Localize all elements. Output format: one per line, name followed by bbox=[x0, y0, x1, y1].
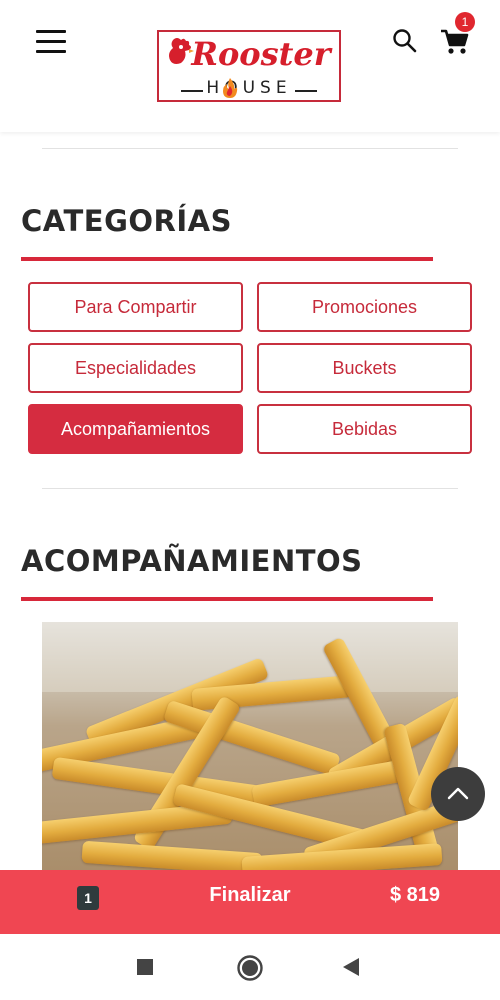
categories-title: CATEGORÍAS bbox=[21, 204, 232, 238]
cart-count-badge: 1 bbox=[455, 12, 475, 32]
hamburger-menu-icon[interactable] bbox=[36, 30, 66, 54]
category-bebidas[interactable]: Bebidas bbox=[257, 404, 472, 454]
app-header: Rooster HOUSE 1 bbox=[0, 0, 500, 132]
shopping-cart-icon[interactable] bbox=[440, 28, 470, 56]
order-total: $ 819 bbox=[389, 884, 440, 906]
square-recents-icon[interactable] bbox=[136, 958, 154, 976]
category-para-compartir[interactable]: Para Compartir bbox=[28, 282, 243, 332]
triangle-back-icon[interactable] bbox=[342, 957, 360, 977]
logo-wordmark: Rooster bbox=[191, 35, 331, 73]
divider bbox=[42, 488, 458, 489]
category-buckets[interactable]: Buckets bbox=[257, 343, 472, 393]
categories-underline bbox=[21, 257, 433, 261]
scroll-to-top-button[interactable] bbox=[431, 767, 485, 821]
finalize-button-label[interactable]: Finalizar bbox=[180, 884, 320, 907]
rooster-house-logo[interactable]: Rooster HOUSE bbox=[157, 30, 341, 102]
order-count-badge: 1 bbox=[77, 886, 99, 910]
logo-subtitle: HOUSE bbox=[206, 78, 292, 98]
system-navigation-bar bbox=[0, 934, 500, 1000]
circle-home-icon[interactable] bbox=[236, 954, 264, 982]
chevron-up-icon bbox=[447, 787, 469, 800]
category-promociones[interactable]: Promociones bbox=[257, 282, 472, 332]
section-underline bbox=[21, 597, 433, 601]
checkout-bar[interactable]: 1 Finalizar $ 819 bbox=[0, 870, 500, 934]
category-especialidades[interactable]: Especialidades bbox=[28, 343, 243, 393]
flame-icon bbox=[223, 78, 238, 98]
divider bbox=[42, 148, 458, 149]
search-icon[interactable] bbox=[392, 28, 418, 54]
french-fries-photo[interactable] bbox=[42, 622, 458, 882]
category-acompanamientos[interactable]: Acompañamientos bbox=[28, 404, 243, 454]
section-title: ACOMPAÑAMIENTOS bbox=[21, 544, 363, 578]
